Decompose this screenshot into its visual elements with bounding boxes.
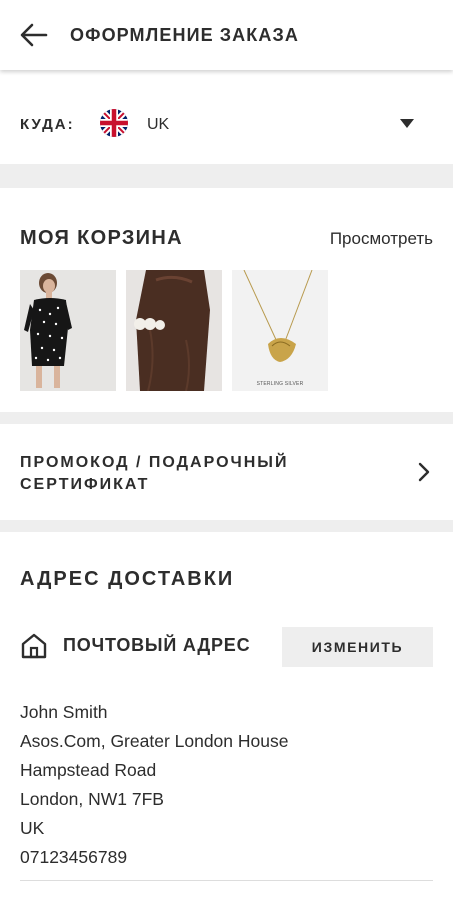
arrow-left-icon[interactable] <box>20 22 48 48</box>
divider <box>20 880 433 881</box>
necklace-image <box>232 270 328 391</box>
promo-label: ПРОМОКОД / ПОДАРОЧНЫЙ СЕРТИФИКАТ <box>20 454 289 493</box>
country-select[interactable]: UK <box>147 116 169 134</box>
address-line: Asos.Com, Greater London House <box>20 731 289 751</box>
section-divider <box>0 164 453 188</box>
address-line: John Smith <box>20 702 108 722</box>
destination-label: КУДА: <box>20 116 75 133</box>
change-address-button[interactable]: ИЗМЕНИТЬ <box>282 627 433 667</box>
address-line: Hampstead Road <box>20 760 157 780</box>
address-line: London, NW1 7FB <box>20 789 164 809</box>
section-divider <box>0 412 453 424</box>
postal-address-title: ПОЧТОВЫЙ АДРЕС <box>63 635 251 655</box>
basket-item-thumbnail[interactable] <box>126 270 222 391</box>
dress-image <box>20 270 116 391</box>
chevron-right-icon <box>418 462 430 482</box>
page-title: ОФОРМЛЕНИЕ ЗАКАЗА <box>70 25 299 45</box>
uk-flag-icon <box>100 109 128 137</box>
address-line: UK <box>20 818 45 838</box>
section-divider <box>0 520 453 532</box>
basket-item-thumbnail[interactable] <box>20 270 116 391</box>
address-line: 07123456789 <box>20 847 128 867</box>
hair-clip-image <box>126 270 222 391</box>
home-icon <box>21 633 47 659</box>
top-bar: ОФОРМЛЕНИЕ ЗАКАЗА <box>0 0 453 70</box>
basket-title: МОЯ КОРЗИНА <box>20 227 183 249</box>
item-caption: STERLING SILVER <box>256 381 304 387</box>
caret-down-icon[interactable] <box>400 119 414 128</box>
basket-item-thumbnail[interactable]: STERLING SILVER <box>232 270 328 391</box>
delivery-address-title: АДРЕС ДОСТАВКИ <box>20 568 235 590</box>
view-basket-link[interactable]: Просмотреть <box>330 229 433 249</box>
promo-code-row[interactable]: ПРОМОКОД / ПОДАРОЧНЫЙ СЕРТИФИКАТ <box>0 424 453 520</box>
